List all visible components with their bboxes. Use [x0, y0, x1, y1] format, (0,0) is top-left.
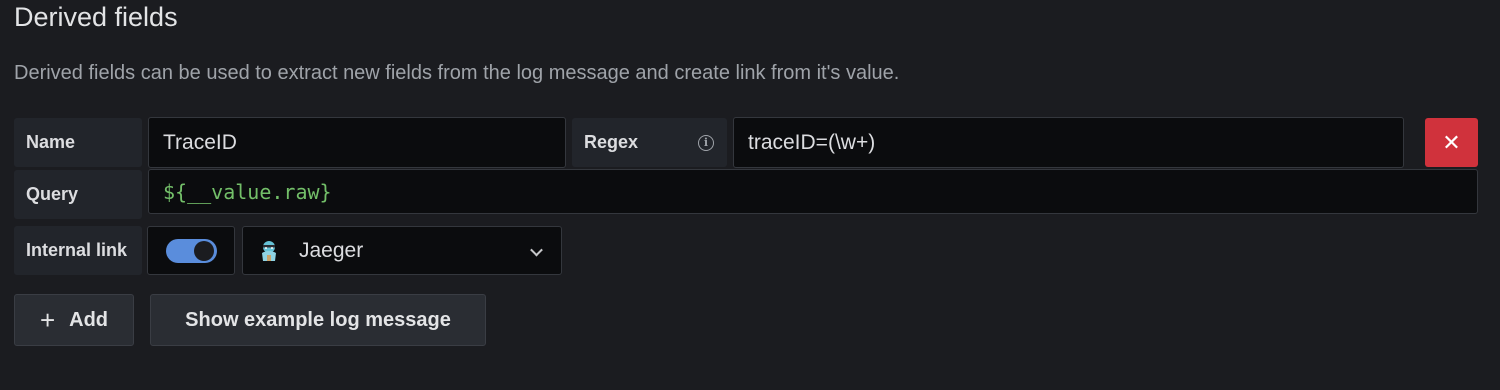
- query-label: Query: [14, 170, 142, 219]
- regex-input-value: traceID=(\w+): [748, 130, 876, 154]
- internal-link-toggle[interactable]: [166, 239, 217, 263]
- name-input-value: TraceID: [163, 130, 237, 154]
- info-icon[interactable]: i: [698, 134, 714, 151]
- name-label: Name: [14, 118, 142, 167]
- show-example-log-label: Show example log message: [185, 308, 451, 331]
- query-input-value: ${__value.raw}: [163, 179, 332, 204]
- derived-fields-panel: Derived fields Derived fields can be use…: [0, 0, 1500, 390]
- toggle-knob: [194, 241, 214, 261]
- internal-link-label: Internal link: [14, 226, 142, 275]
- regex-label: Regex i: [572, 118, 727, 167]
- section-description: Derived fields can be used to extract ne…: [14, 62, 900, 84]
- regex-label-text: Regex: [584, 132, 639, 152]
- section-title: Derived fields: [14, 2, 178, 32]
- add-button[interactable]: + Add: [14, 294, 134, 346]
- jaeger-icon: [257, 239, 281, 263]
- name-input[interactable]: TraceID: [148, 117, 566, 168]
- regex-input[interactable]: traceID=(\w+): [733, 117, 1404, 168]
- show-example-log-button[interactable]: Show example log message: [150, 294, 486, 346]
- chevron-down-icon: [530, 243, 543, 256]
- internal-link-toggle-container: [147, 226, 235, 275]
- add-button-label: Add: [69, 308, 109, 331]
- datasource-select[interactable]: Jaeger: [242, 226, 562, 275]
- delete-field-button[interactable]: ✕: [1425, 118, 1478, 167]
- datasource-name: Jaeger: [299, 238, 364, 262]
- query-input[interactable]: ${__value.raw}: [148, 169, 1478, 214]
- plus-icon: +: [39, 305, 56, 335]
- close-icon: ✕: [1442, 129, 1461, 155]
